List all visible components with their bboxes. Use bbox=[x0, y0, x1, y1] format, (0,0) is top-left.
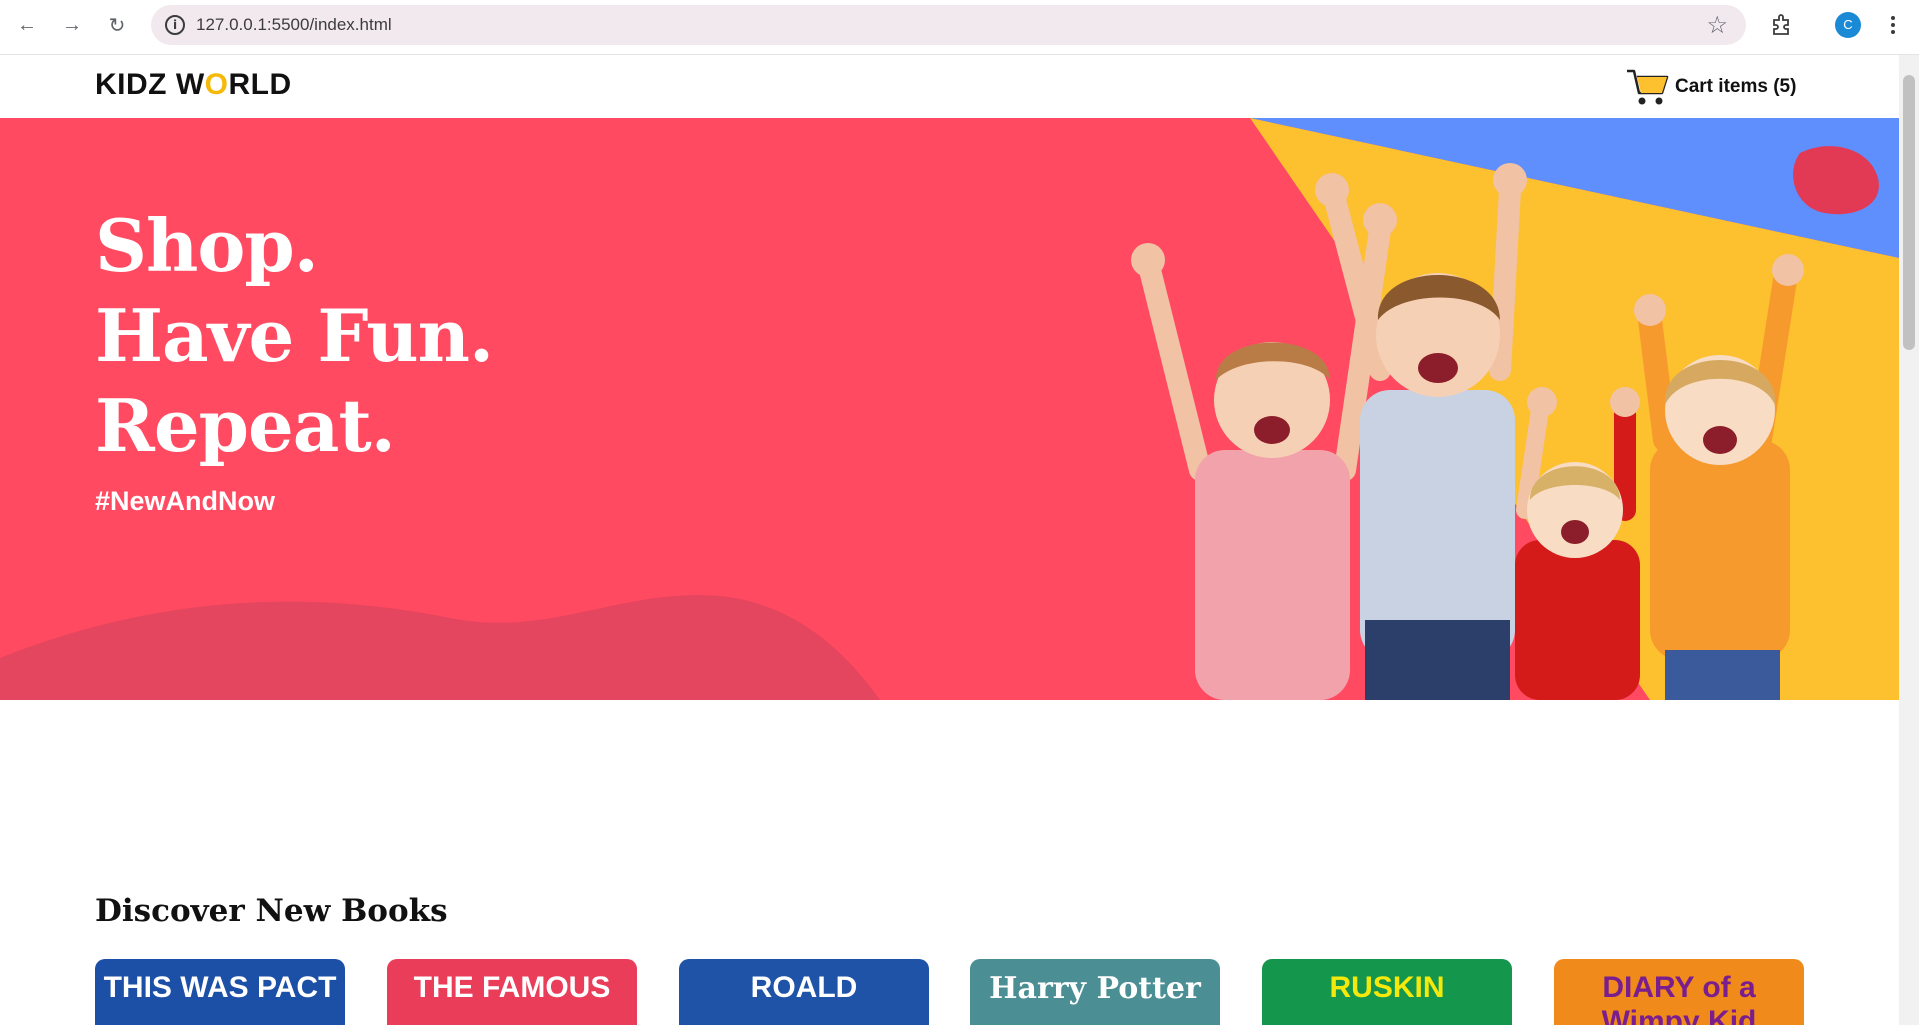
profile-avatar[interactable]: C bbox=[1835, 12, 1861, 38]
book-cover[interactable]: Harry Potter bbox=[970, 959, 1220, 1025]
hero-heading-line-1: Shop. bbox=[95, 203, 319, 288]
children-photo bbox=[1131, 163, 1804, 700]
menu-kebab-icon[interactable] bbox=[1878, 10, 1908, 40]
hero-heading-line-3: Repeat. bbox=[95, 383, 396, 468]
logo-text-o: O bbox=[204, 68, 229, 101]
book-cover-text: ROALD bbox=[750, 971, 858, 1004]
page-scrollbar[interactable] bbox=[1899, 55, 1919, 1025]
hero-hashtag: #NewAndNow bbox=[95, 486, 276, 516]
book-cover[interactable]: THE FAMOUS bbox=[387, 959, 637, 1025]
book-cover[interactable]: ROALD bbox=[679, 959, 929, 1025]
book-cover-text: DIARY of a Wimpy Kid bbox=[1601, 971, 1757, 1025]
forward-icon[interactable]: → bbox=[57, 10, 87, 40]
web-page: KIDZ WORLD Cart items (5) Shop. Have Fun… bbox=[0, 55, 1899, 1025]
scrollbar-thumb[interactable] bbox=[1903, 75, 1915, 350]
book-cover[interactable]: DIARY of a Wimpy Kid bbox=[1554, 959, 1804, 1025]
bookmark-star-icon[interactable]: ☆ bbox=[1706, 11, 1728, 40]
site-info-icon[interactable]: i bbox=[165, 15, 185, 35]
site-header: KIDZ WORLD Cart items (5) bbox=[0, 55, 1899, 118]
cart-label: Cart items (5) bbox=[1675, 76, 1797, 97]
book-cover[interactable]: THIS WAS PACT bbox=[95, 959, 345, 1025]
section-title: Discover New Books bbox=[95, 893, 448, 929]
browser-toolbar: ← → ↻ i 127.0.0.1:5500/index.html ☆ C bbox=[0, 0, 1919, 55]
book-cover-text: RUSKIN bbox=[1329, 971, 1445, 1004]
cart-icon bbox=[1627, 69, 1669, 105]
extensions-icon[interactable] bbox=[1766, 10, 1796, 40]
hero-banner: Shop. Have Fun. Repeat. #NewAndNow bbox=[0, 118, 1899, 700]
cart-button[interactable]: Cart items (5) bbox=[1625, 67, 1796, 107]
reload-icon[interactable]: ↻ bbox=[102, 10, 132, 40]
book-cover-text: THIS WAS PACT bbox=[103, 971, 337, 1004]
logo-text-start: KIDZ W bbox=[95, 68, 205, 101]
book-cover-text: Harry Potter bbox=[989, 971, 1201, 1006]
hero-heading-line-2: Have Fun. bbox=[95, 293, 494, 378]
url-text[interactable]: 127.0.0.1:5500/index.html bbox=[196, 15, 392, 35]
back-icon[interactable]: ← bbox=[12, 10, 42, 40]
book-cover-text: THE FAMOUS bbox=[413, 971, 611, 1004]
book-cover[interactable]: RUSKIN bbox=[1262, 959, 1512, 1025]
site-logo[interactable]: KIDZ WORLD bbox=[95, 68, 292, 102]
logo-text-end: RLD bbox=[228, 68, 292, 101]
address-bar[interactable]: i 127.0.0.1:5500/index.html ☆ bbox=[151, 5, 1746, 45]
